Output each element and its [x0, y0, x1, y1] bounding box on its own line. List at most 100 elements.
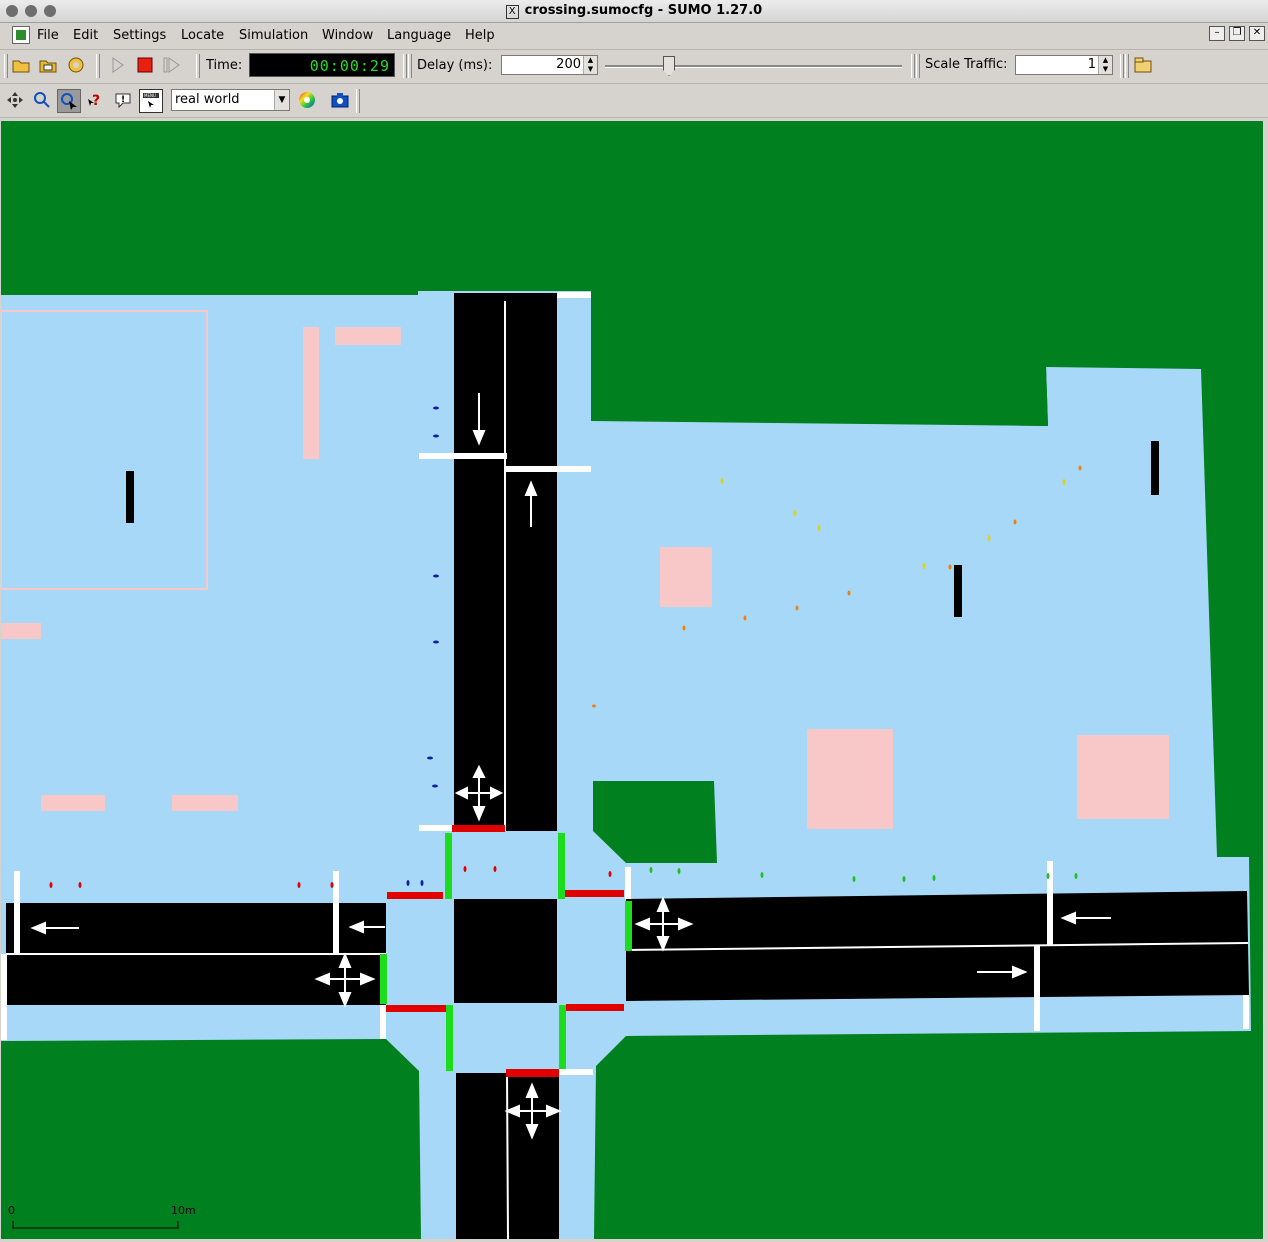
svg-text:?: ?	[92, 93, 100, 109]
toolbar-grip[interactable]	[4, 54, 8, 78]
title-bar: Xcrossing.sumocfg - SUMO 1.27.0	[0, 0, 1268, 23]
locate-select-icon[interactable]	[57, 89, 81, 113]
toolbar-separator	[96, 54, 100, 78]
open-network-icon[interactable]	[37, 54, 59, 76]
scale-traffic-spinner-arrows[interactable]: ▲ ▼	[1098, 56, 1112, 74]
grass-island	[592, 293, 1048, 426]
toolbar-separator	[1125, 54, 1129, 78]
stop-simulation-icon[interactable]	[134, 54, 156, 76]
sumo-app-icon	[12, 26, 30, 44]
toolbar-separator	[1120, 54, 1124, 78]
menu-file[interactable]: File	[37, 28, 59, 43]
close-subwindow-button[interactable]: ✕	[1249, 26, 1265, 41]
stop-line	[419, 453, 507, 459]
menu-edit[interactable]: Edit	[73, 28, 98, 43]
chevron-down-icon[interactable]: ▼	[274, 90, 289, 110]
delay-slider-track[interactable]	[605, 65, 902, 68]
toolbar-separator	[356, 89, 360, 113]
stop-line	[14, 871, 20, 955]
stop-line	[557, 292, 591, 298]
pole	[126, 471, 134, 523]
menu-settings[interactable]: Settings	[113, 28, 166, 43]
stop-line	[1034, 945, 1040, 1031]
delay-spinner-arrows[interactable]: ▲ ▼	[583, 56, 597, 74]
delay-value: 200	[556, 57, 581, 72]
warning-info-icon[interactable]: !	[112, 89, 134, 111]
window-title: Xcrossing.sumocfg - SUMO 1.27.0	[0, 3, 1268, 19]
scale-start-label: 0	[8, 1204, 15, 1217]
building	[1, 623, 41, 639]
building	[303, 327, 319, 459]
building	[335, 327, 401, 345]
traffic-light-red	[452, 825, 505, 832]
color-scheme-icon[interactable]	[296, 89, 318, 111]
traffic-light-green	[445, 833, 452, 899]
scale-traffic-input[interactable]: 1 ▲ ▼	[1015, 55, 1113, 75]
stop-line	[625, 867, 631, 899]
pole	[1151, 441, 1159, 495]
stop-line	[1, 954, 7, 1040]
x-app-icon: X	[505, 5, 519, 19]
reload-icon[interactable]	[65, 54, 87, 76]
building	[807, 729, 893, 829]
delay-input[interactable]: 200 ▲ ▼	[501, 55, 598, 75]
stop-line	[505, 466, 591, 472]
time-label: Time:	[206, 58, 243, 73]
building	[41, 795, 105, 811]
zoom-search-icon[interactable]	[31, 89, 53, 111]
run-simulation-icon[interactable]	[107, 54, 129, 76]
menu-window[interactable]: Window	[322, 28, 373, 43]
network-drawing	[1, 121, 1263, 1239]
building	[172, 795, 238, 811]
svg-text:!: !	[121, 95, 125, 105]
time-display: 00:00:29	[249, 53, 395, 77]
scale-end-label: 10m	[171, 1204, 196, 1217]
scale-traffic-label: Scale Traffic:	[925, 57, 1008, 72]
stop-line	[380, 1005, 386, 1039]
delay-label: Delay (ms):	[417, 58, 493, 73]
junction-center	[454, 899, 557, 1003]
recenter-view-icon[interactable]	[4, 89, 26, 111]
traffic-light-red	[506, 1069, 559, 1077]
traffic-light-red	[387, 892, 443, 899]
help-cursor-icon[interactable]: ?	[85, 89, 107, 111]
stop-line	[419, 825, 455, 831]
menu-locate[interactable]: Locate	[181, 28, 224, 43]
view-menu-icon[interactable]: MENU	[139, 89, 163, 113]
traffic-light-green	[558, 833, 565, 899]
toolbar-separator	[916, 54, 920, 78]
menu-simulation[interactable]: Simulation	[239, 28, 308, 43]
stop-line	[559, 1069, 593, 1075]
menu-help[interactable]: Help	[465, 28, 495, 43]
traffic-light-red	[566, 1004, 624, 1011]
toolbar-separator	[408, 54, 412, 78]
window-title-text: crossing.sumocfg - SUMO 1.27.0	[524, 3, 763, 18]
step-simulation-icon[interactable]	[161, 54, 183, 76]
scale-traffic-value: 1	[1087, 57, 1096, 72]
menu-language[interactable]: Language	[387, 28, 451, 43]
open-file-icon[interactable]	[10, 54, 32, 76]
pole	[954, 565, 962, 617]
building	[660, 547, 712, 607]
scheme-value: real world	[175, 92, 240, 107]
stop-line	[1243, 995, 1249, 1029]
toolbar-separator	[403, 54, 407, 78]
visualization-scheme-select[interactable]: real world ▼	[171, 89, 290, 111]
screenshot-camera-icon[interactable]	[329, 89, 351, 111]
lane-divider	[506, 1072, 509, 1239]
toolbar-separator	[196, 54, 200, 78]
traffic-light-green	[625, 901, 632, 951]
restore-subwindow-button[interactable]: ❐	[1229, 26, 1245, 41]
breakpoint-editor-icon[interactable]	[1132, 54, 1154, 76]
svg-text:MENU: MENU	[144, 93, 156, 98]
toolbar-separator	[911, 54, 915, 78]
traffic-light-green	[446, 1005, 453, 1071]
traffic-light-green	[559, 1005, 566, 1069]
simulation-view[interactable]: 0 10m	[1, 121, 1263, 1239]
building	[1077, 735, 1169, 819]
traffic-light-green	[380, 954, 387, 1004]
traffic-light-red	[564, 890, 624, 897]
minimize-subwindow-button[interactable]: –	[1209, 26, 1225, 41]
stop-line	[333, 871, 339, 955]
menu-bar: File Edit Settings Locate Simulation Win…	[0, 23, 1268, 50]
